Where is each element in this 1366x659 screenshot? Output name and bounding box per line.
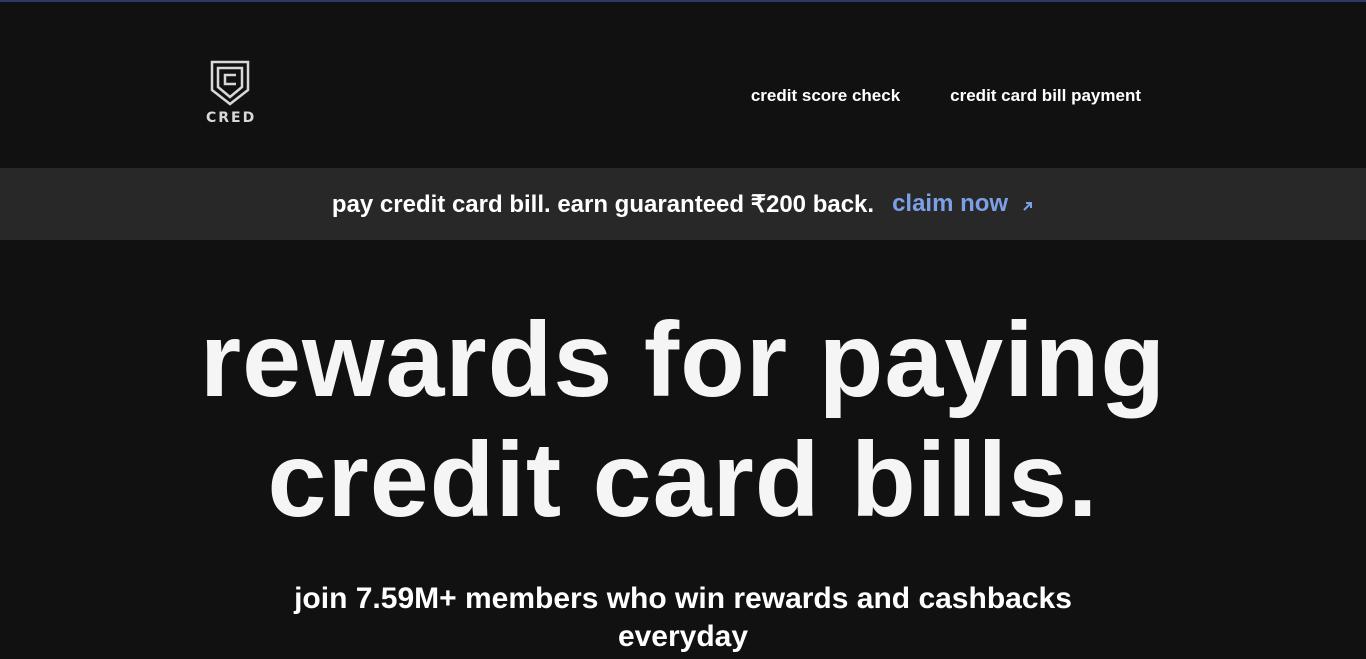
promo-text: pay credit card bill. earn guaranteed ₹2… — [331, 190, 875, 218]
hero-subtitle: join 7.59M+ members who win rewards and … — [294, 582, 1072, 653]
logo-text: CRED — [206, 110, 257, 126]
cred-shield-icon — [210, 60, 250, 106]
main-nav: credit score check credit card bill paym… — [751, 86, 1141, 106]
cred-logo[interactable]: CRED — [204, 60, 256, 126]
claim-now-link[interactable]: claim now — [892, 190, 1034, 218]
claim-now-label: claim now — [892, 190, 1009, 217]
site-header: CRED credit score check credit card bill… — [0, 2, 1366, 168]
hero-section: rewards for paying credit card bills. — [0, 300, 1366, 540]
nav-credit-score-check[interactable]: credit score check — [751, 86, 900, 106]
promo-banner: pay credit card bill. earn guaranteed ₹2… — [0, 168, 1366, 240]
hero-title-line-2: credit card bills. — [267, 421, 1099, 539]
arrow-up-right-icon — [1023, 202, 1033, 211]
hero-title: rewards for paying credit card bills. — [0, 300, 1366, 540]
nav-credit-card-bill-payment[interactable]: credit card bill payment — [950, 86, 1141, 106]
hero-title-line-1: rewards for paying — [199, 301, 1167, 419]
